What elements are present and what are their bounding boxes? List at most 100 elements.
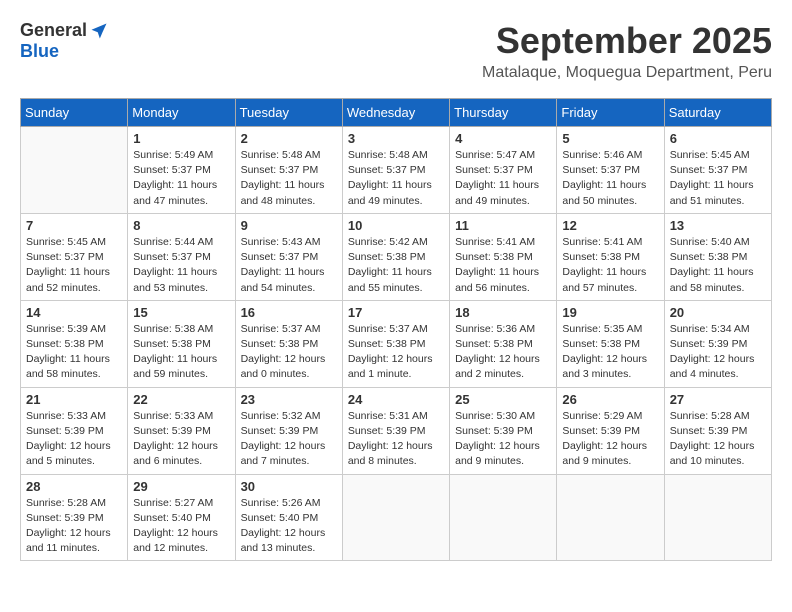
calendar-day-cell: 30 Sunrise: 5:26 AM Sunset: 5:40 PM Dayli… (235, 474, 342, 561)
day-number: 17 (348, 305, 444, 320)
calendar-day-cell (664, 474, 771, 561)
calendar-day-cell: 8 Sunrise: 5:44 AM Sunset: 5:37 PM Daylig… (128, 213, 235, 300)
calendar-day-cell: 27 Sunrise: 5:28 AM Sunset: 5:39 PM Dayli… (664, 387, 771, 474)
day-info: Sunrise: 5:45 AM Sunset: 5:37 PM Dayligh… (26, 235, 122, 296)
day-number: 22 (133, 392, 229, 407)
day-number: 7 (26, 218, 122, 233)
calendar-day-cell (450, 474, 557, 561)
day-number: 29 (133, 479, 229, 494)
day-number: 30 (241, 479, 337, 494)
calendar-day-cell: 21 Sunrise: 5:33 AM Sunset: 5:39 PM Dayli… (21, 387, 128, 474)
day-info: Sunrise: 5:33 AM Sunset: 5:39 PM Dayligh… (26, 409, 122, 470)
day-number: 10 (348, 218, 444, 233)
day-info: Sunrise: 5:39 AM Sunset: 5:38 PM Dayligh… (26, 322, 122, 383)
day-info: Sunrise: 5:37 AM Sunset: 5:38 PM Dayligh… (348, 322, 444, 383)
day-info: Sunrise: 5:42 AM Sunset: 5:38 PM Dayligh… (348, 235, 444, 296)
day-info: Sunrise: 5:36 AM Sunset: 5:38 PM Dayligh… (455, 322, 551, 383)
calendar-day-cell (21, 127, 128, 214)
logo-blue-text: Blue (20, 41, 59, 61)
day-number: 12 (562, 218, 658, 233)
day-number: 5 (562, 131, 658, 146)
day-info: Sunrise: 5:40 AM Sunset: 5:38 PM Dayligh… (670, 235, 766, 296)
calendar-week-row: 21 Sunrise: 5:33 AM Sunset: 5:39 PM Dayli… (21, 387, 772, 474)
calendar-day-cell: 15 Sunrise: 5:38 AM Sunset: 5:38 PM Dayli… (128, 300, 235, 387)
calendar-day-cell: 20 Sunrise: 5:34 AM Sunset: 5:39 PM Dayli… (664, 300, 771, 387)
day-info: Sunrise: 5:34 AM Sunset: 5:39 PM Dayligh… (670, 322, 766, 383)
day-info: Sunrise: 5:41 AM Sunset: 5:38 PM Dayligh… (455, 235, 551, 296)
day-info: Sunrise: 5:41 AM Sunset: 5:38 PM Dayligh… (562, 235, 658, 296)
calendar-day-cell (342, 474, 449, 561)
calendar-day-cell: 1Sunrise: 5:49 AM Sunset: 5:37 PM Daylig… (128, 127, 235, 214)
day-number: 4 (455, 131, 551, 146)
calendar-day-header: Friday (557, 99, 664, 127)
calendar-day-cell: 22 Sunrise: 5:33 AM Sunset: 5:39 PM Dayli… (128, 387, 235, 474)
calendar-day-cell: 4Sunrise: 5:47 AM Sunset: 5:37 PM Daylig… (450, 127, 557, 214)
calendar-day-header: Wednesday (342, 99, 449, 127)
calendar-day-header: Monday (128, 99, 235, 127)
day-number: 15 (133, 305, 229, 320)
day-info: Sunrise: 5:35 AM Sunset: 5:38 PM Dayligh… (562, 322, 658, 383)
day-info: Sunrise: 5:33 AM Sunset: 5:39 PM Dayligh… (133, 409, 229, 470)
title-section: September 2025 Matalaque, Moquegua Depar… (482, 20, 772, 82)
day-number: 27 (670, 392, 766, 407)
calendar-day-cell: 3Sunrise: 5:48 AM Sunset: 5:37 PM Daylig… (342, 127, 449, 214)
calendar-week-row: 28Sunrise: 5:28 AM Sunset: 5:39 PM Dayli… (21, 474, 772, 561)
day-number: 11 (455, 218, 551, 233)
day-info: Sunrise: 5:46 AM Sunset: 5:37 PM Dayligh… (562, 148, 658, 209)
day-info: Sunrise: 5:27 AM Sunset: 5:40 PM Dayligh… (133, 496, 229, 557)
header: General Blue September 2025 Matalaque, M… (20, 20, 772, 82)
calendar-header-row: SundayMondayTuesdayWednesdayThursdayFrid… (21, 99, 772, 127)
calendar-day-header: Sunday (21, 99, 128, 127)
day-number: 18 (455, 305, 551, 320)
calendar-day-cell: 29 Sunrise: 5:27 AM Sunset: 5:40 PM Dayli… (128, 474, 235, 561)
day-info: Sunrise: 5:37 AM Sunset: 5:38 PM Dayligh… (241, 322, 337, 383)
calendar-week-row: 14 Sunrise: 5:39 AM Sunset: 5:38 PM Dayli… (21, 300, 772, 387)
calendar-day-cell: 17 Sunrise: 5:37 AM Sunset: 5:38 PM Dayli… (342, 300, 449, 387)
day-number: 25 (455, 392, 551, 407)
logo-bird-icon (89, 21, 109, 41)
calendar-day-cell: 11 Sunrise: 5:41 AM Sunset: 5:38 PM Dayli… (450, 213, 557, 300)
calendar-day-cell: 7 Sunrise: 5:45 AM Sunset: 5:37 PM Daylig… (21, 213, 128, 300)
calendar-day-cell: 9 Sunrise: 5:43 AM Sunset: 5:37 PM Daylig… (235, 213, 342, 300)
calendar-day-cell: 2 Sunrise: 5:48 AM Sunset: 5:37 PM Daylig… (235, 127, 342, 214)
day-number: 14 (26, 305, 122, 320)
day-number: 3 (348, 131, 444, 146)
calendar-day-cell: 25 Sunrise: 5:30 AM Sunset: 5:39 PM Dayli… (450, 387, 557, 474)
day-number: 2 (241, 131, 337, 146)
day-number: 9 (241, 218, 337, 233)
day-info: Sunrise: 5:30 AM Sunset: 5:39 PM Dayligh… (455, 409, 551, 470)
day-info: Sunrise: 5:28 AM Sunset: 5:39 PM Dayligh… (670, 409, 766, 470)
day-number: 8 (133, 218, 229, 233)
calendar-day-header: Tuesday (235, 99, 342, 127)
calendar-day-cell: 26 Sunrise: 5:29 AM Sunset: 5:39 PM Dayli… (557, 387, 664, 474)
day-info: Sunrise: 5:29 AM Sunset: 5:39 PM Dayligh… (562, 409, 658, 470)
calendar-day-cell: 6 Sunrise: 5:45 AM Sunset: 5:37 PM Daylig… (664, 127, 771, 214)
calendar-day-cell: 13 Sunrise: 5:40 AM Sunset: 5:38 PM Dayli… (664, 213, 771, 300)
day-info: Sunrise: 5:49 AM Sunset: 5:37 PM Dayligh… (133, 148, 229, 209)
day-number: 26 (562, 392, 658, 407)
day-info: Sunrise: 5:38 AM Sunset: 5:38 PM Dayligh… (133, 322, 229, 383)
day-info: Sunrise: 5:48 AM Sunset: 5:37 PM Dayligh… (241, 148, 337, 209)
day-number: 16 (241, 305, 337, 320)
calendar-day-header: Thursday (450, 99, 557, 127)
calendar-table: SundayMondayTuesdayWednesdayThursdayFrid… (20, 98, 772, 561)
day-info: Sunrise: 5:45 AM Sunset: 5:37 PM Dayligh… (670, 148, 766, 209)
day-number: 21 (26, 392, 122, 407)
calendar-day-cell: 28Sunrise: 5:28 AM Sunset: 5:39 PM Dayli… (21, 474, 128, 561)
day-number: 28 (26, 479, 122, 494)
calendar-week-row: 7 Sunrise: 5:45 AM Sunset: 5:37 PM Daylig… (21, 213, 772, 300)
calendar-day-cell: 16 Sunrise: 5:37 AM Sunset: 5:38 PM Dayli… (235, 300, 342, 387)
location-title: Matalaque, Moquegua Department, Peru (482, 64, 772, 82)
day-info: Sunrise: 5:26 AM Sunset: 5:40 PM Dayligh… (241, 496, 337, 557)
day-number: 6 (670, 131, 766, 146)
calendar-day-cell: 23Sunrise: 5:32 AM Sunset: 5:39 PM Dayli… (235, 387, 342, 474)
day-info: Sunrise: 5:43 AM Sunset: 5:37 PM Dayligh… (241, 235, 337, 296)
calendar-week-row: 1Sunrise: 5:49 AM Sunset: 5:37 PM Daylig… (21, 127, 772, 214)
day-info: Sunrise: 5:44 AM Sunset: 5:37 PM Dayligh… (133, 235, 229, 296)
day-number: 23 (241, 392, 337, 407)
calendar-day-cell: 19Sunrise: 5:35 AM Sunset: 5:38 PM Dayli… (557, 300, 664, 387)
day-number: 24 (348, 392, 444, 407)
day-number: 13 (670, 218, 766, 233)
month-title: September 2025 (482, 20, 772, 62)
day-number: 20 (670, 305, 766, 320)
